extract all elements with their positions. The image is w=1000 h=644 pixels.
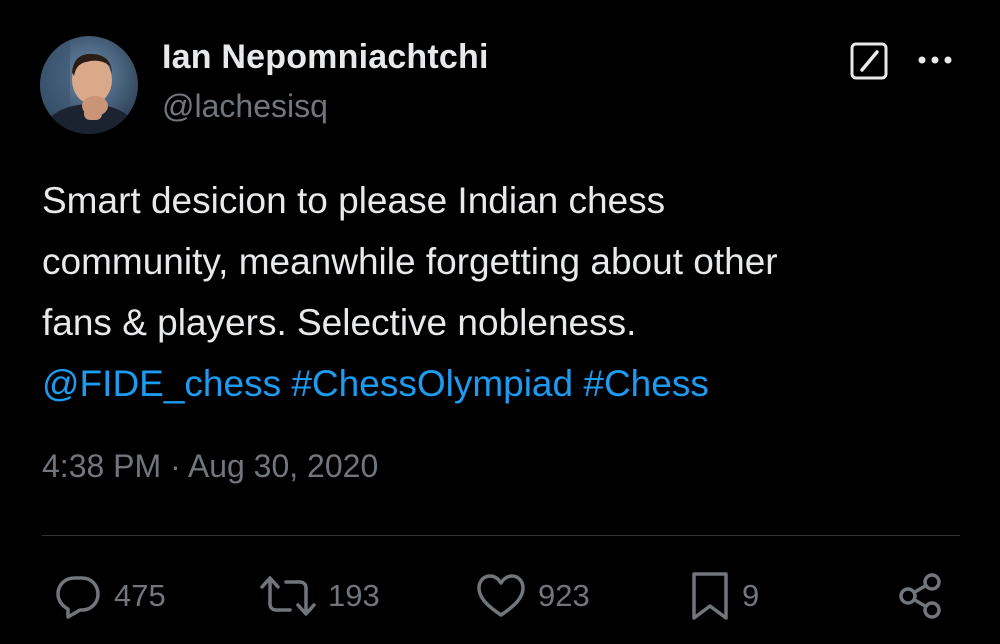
- like-count: 923: [538, 578, 590, 613]
- repost-count: 193: [328, 578, 380, 613]
- tweet-text-line: fans & players. Selective nobleness.: [42, 302, 637, 343]
- tweet-card: Ian Nepomniachtchi @lachesisq Smart desi…: [0, 0, 1000, 644]
- heart-icon: [477, 574, 525, 617]
- reply-button[interactable]: 475: [54, 568, 166, 624]
- tweet-text-line: Smart desicion to please Indian chess: [42, 180, 666, 221]
- mention-link[interactable]: @FIDE_chess: [42, 363, 281, 404]
- share-icon: [899, 573, 941, 619]
- author-handle[interactable]: @lachesisq: [162, 88, 328, 125]
- like-button[interactable]: 923: [476, 568, 590, 624]
- bookmark-icon: [692, 572, 728, 620]
- tweet-text: Smart desicion to please Indian chess co…: [42, 170, 972, 414]
- avatar[interactable]: [40, 36, 138, 134]
- bookmark-count: 9: [742, 578, 760, 613]
- divider: [42, 535, 960, 536]
- action-bar: 475 193 923 9: [0, 568, 1000, 628]
- tweet-timestamp[interactable]: 4:38 PM · Aug 30, 2020: [42, 448, 378, 485]
- repost-button[interactable]: 193: [260, 568, 380, 624]
- repost-icon: [260, 576, 316, 616]
- author-display-name[interactable]: Ian Nepomniachtchi: [162, 38, 489, 77]
- reply-count: 475: [114, 578, 166, 613]
- hashtag-link[interactable]: #ChessOlympiad: [291, 363, 573, 404]
- hashtag-link[interactable]: #Chess: [583, 363, 708, 404]
- more-icon[interactable]: [914, 50, 956, 70]
- tweet-text-line: community, meanwhile forgetting about ot…: [42, 241, 778, 282]
- reply-icon: [56, 576, 100, 619]
- grok-icon[interactable]: [850, 42, 888, 80]
- bookmark-button[interactable]: 9: [690, 568, 759, 624]
- tweet-links-line: @FIDE_chess #ChessOlympiad #Chess: [42, 353, 972, 414]
- share-button[interactable]: [896, 568, 944, 624]
